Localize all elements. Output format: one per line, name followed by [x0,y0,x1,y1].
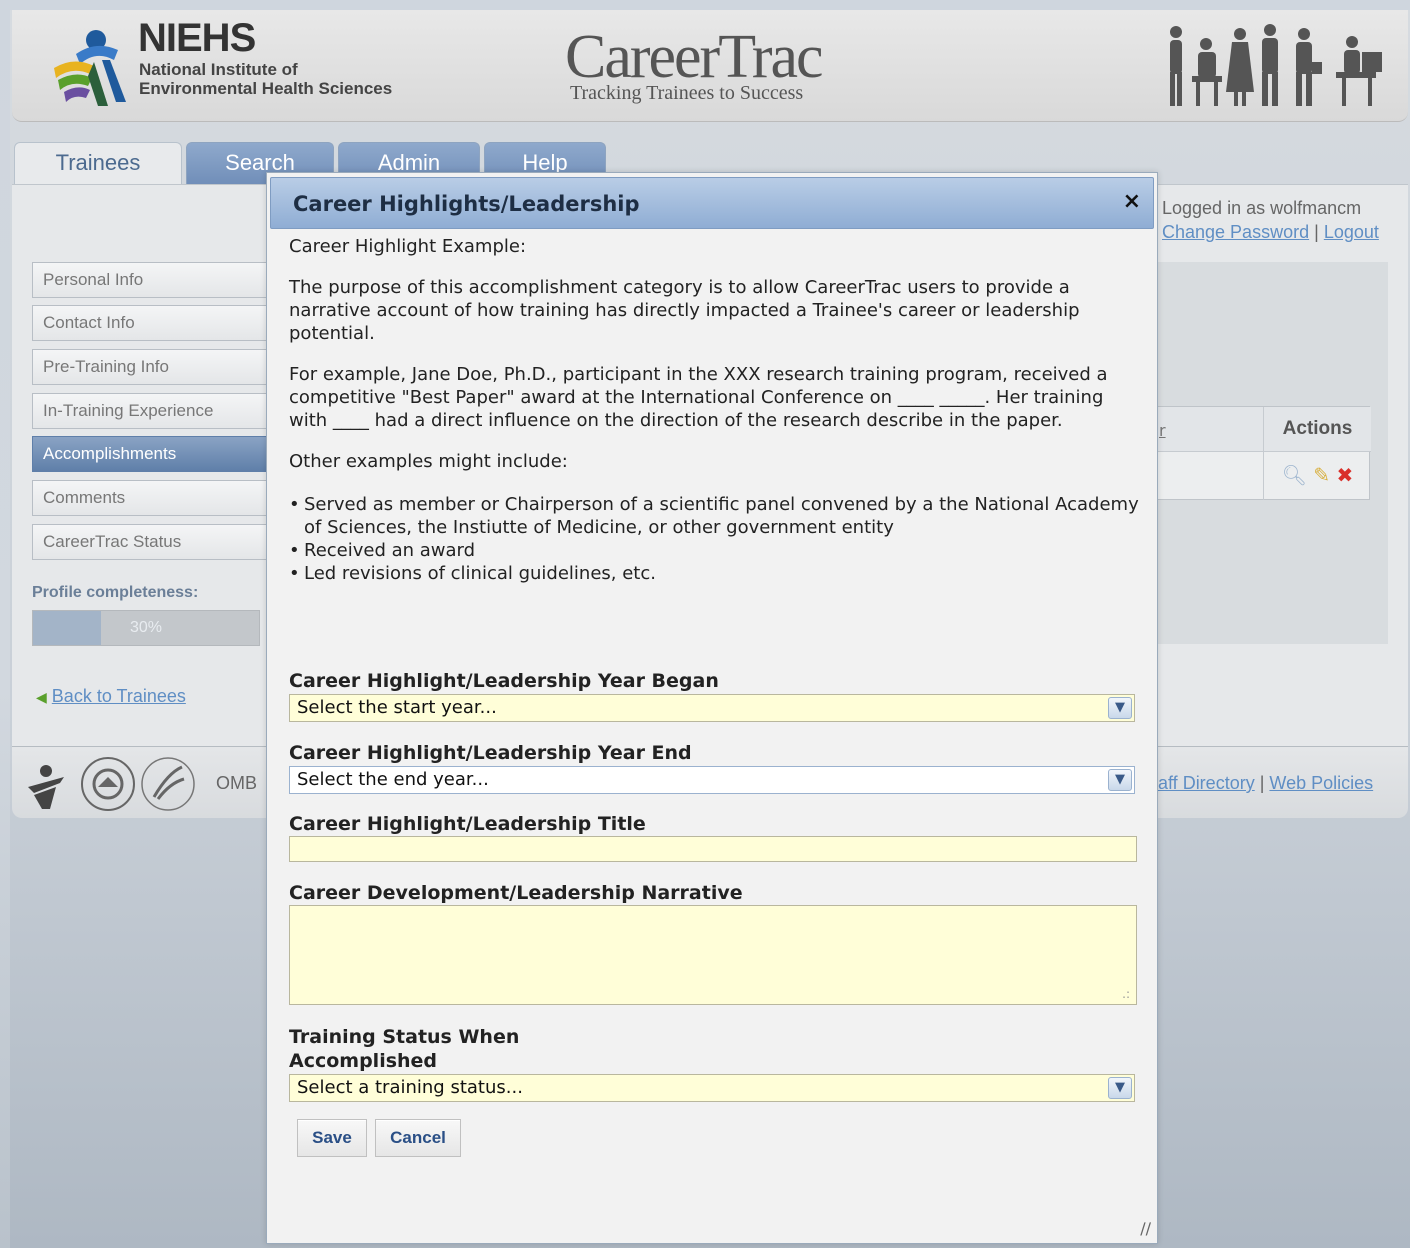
dropdown-arrow-icon[interactable]: ▼ [1108,769,1132,791]
save-button[interactable]: Save [297,1119,367,1157]
table-header-fragment: r [1159,421,1166,440]
career-highlights-dialog: Career Highlights/Leadership × Career Hi… [266,172,1158,1244]
list-item-text: Led revisions of clinical guidelines, et… [304,563,656,584]
logged-in-text: Logged in as wolfmancm [1162,198,1362,218]
training-status-select[interactable]: Select a training status... ▼ [289,1074,1135,1102]
list-item-text: Served as member or Chairperson of a sci… [304,494,1139,538]
training-status-label-line2: Accomplished [289,1050,438,1072]
examples-list: • Served as member or Chairperson of a sc… [289,493,1139,585]
staff-directory-link[interactable]: aff Directory [1158,773,1255,793]
niehs-logo-icon [54,30,126,106]
profile-completeness-value: 30% [129,619,163,636]
sidebar-item-in-training-experience[interactable]: In-Training Experience [32,393,272,429]
sidebar-item-accomplishments[interactable]: Accomplishments [32,436,272,472]
year-began-value: Select the start year... [297,697,497,718]
instructions-intro: Career Highlight Example: [289,236,527,257]
back-arrow-icon: ◀ [36,689,47,705]
profile-completeness-bar: 30% [32,610,260,646]
instructions-other: Other examples might include: [289,451,568,472]
resize-grip-icon[interactable]: ∕∕ [1140,1221,1151,1237]
close-icon[interactable]: × [1123,190,1141,214]
list-item: • Served as member or Chairperson of a sc… [289,493,1139,539]
year-end-select[interactable]: Select the end year... ▼ [289,766,1135,794]
sidebar-item-contact-info[interactable]: Contact Info [32,305,272,341]
training-status-label: Training Status When Accomplished [289,1025,519,1073]
bullet-icon: • [289,540,300,561]
sidebar-item-careertrac-status[interactable]: CareerTrac Status [32,524,272,560]
app-tagline: Tracking Trainees to Success [570,82,804,104]
web-policies-link[interactable]: Web Policies [1269,773,1373,793]
year-end-label: Career Highlight/Leadership Year End [289,742,692,764]
title-label: Career Highlight/Leadership Title [289,813,646,835]
dialog-title: Career Highlights/Leadership [293,192,640,216]
hhs-eagle-icon[interactable] [141,757,195,811]
org-sub-line1: National Institute of [139,60,298,79]
training-status-label-line1: Training Status When [289,1026,520,1048]
delete-x-icon[interactable]: ✖ [1337,463,1354,487]
narrative-label: Career Development/Leadership Narrative [289,882,743,904]
magnifier-icon[interactable]: 🔍︎ [1282,463,1307,487]
org-full-name: National Institute of Environmental Heal… [139,60,392,98]
list-item-text: Received an award [304,540,476,561]
site-header: NIEHS National Institute of Environmenta… [12,10,1408,122]
accomplishments-table: r Actions 🔍︎ ✎ ✖ [1152,406,1371,500]
year-end-value: Select the end year... [297,769,489,790]
instructions-example: For example, Jane Doe, Ph.D., participan… [289,364,1108,431]
dialog-instructions: Career Highlight Example: The purpose of… [289,235,1139,585]
link-separator: | [1314,222,1319,242]
org-sub-line2: Environmental Health Sciences [139,79,393,98]
year-began-select[interactable]: Select the start year... ▼ [289,694,1135,722]
footer-separator: | [1259,773,1265,793]
table-header-partial[interactable]: r [1153,407,1263,451]
cancel-button[interactable]: Cancel [375,1119,461,1157]
dialog-titlebar[interactable]: Career Highlights/Leadership × [270,177,1154,229]
list-item: • Led revisions of clinical guidelines, e… [289,562,1139,585]
dropdown-arrow-icon[interactable]: ▼ [1108,1077,1132,1099]
instructions-purpose: The purpose of this accomplishment categ… [289,277,1080,344]
training-status-value: Select a training status... [297,1077,523,1098]
hhs-logo-icon[interactable] [28,765,64,809]
change-password-link[interactable]: Change Password [1162,222,1309,242]
table-header-actions: Actions [1263,407,1371,451]
sidebar-item-comments[interactable]: Comments [32,480,272,516]
sidebar-item-personal-info[interactable]: Personal Info [32,262,272,298]
user-info: Logged in as wolfmancm Change Password |… [1162,196,1379,244]
back-to-trainees-link[interactable]: Back to Trainees [52,686,186,706]
nih-seal-icon[interactable] [81,757,135,811]
narrative-textarea[interactable]: .: [289,905,1137,1005]
omb-text: OMB [216,773,258,793]
footer-links: aff Directory | Web Policies [1158,773,1373,794]
title-input[interactable] [289,836,1137,862]
table-row-actions: 🔍︎ ✎ ✖ [1263,452,1371,500]
list-item: • Received an award [289,539,1139,562]
sidebar-item-pre-training-info[interactable]: Pre-Training Info [32,349,272,385]
pencil-icon[interactable]: ✎ [1313,463,1330,487]
back-to-trainees[interactable]: ◀ Back to Trainees [36,686,186,707]
dropdown-arrow-icon[interactable]: ▼ [1108,697,1132,719]
tab-trainees[interactable]: Trainees [14,142,182,188]
account-links: Change Password | Logout [1162,220,1379,244]
org-name: NIEHS [138,16,256,60]
logout-link[interactable]: Logout [1324,222,1379,242]
bullet-icon: • [289,563,300,584]
year-began-label: Career Highlight/Leadership Year Began [289,670,719,692]
resize-grip-icon[interactable]: .: [1122,988,1130,1000]
profile-completeness-label: Profile completeness: [32,584,199,601]
people-silhouette-icon [1170,24,1382,106]
footer-logos [28,757,195,811]
bullet-icon: • [289,494,300,515]
